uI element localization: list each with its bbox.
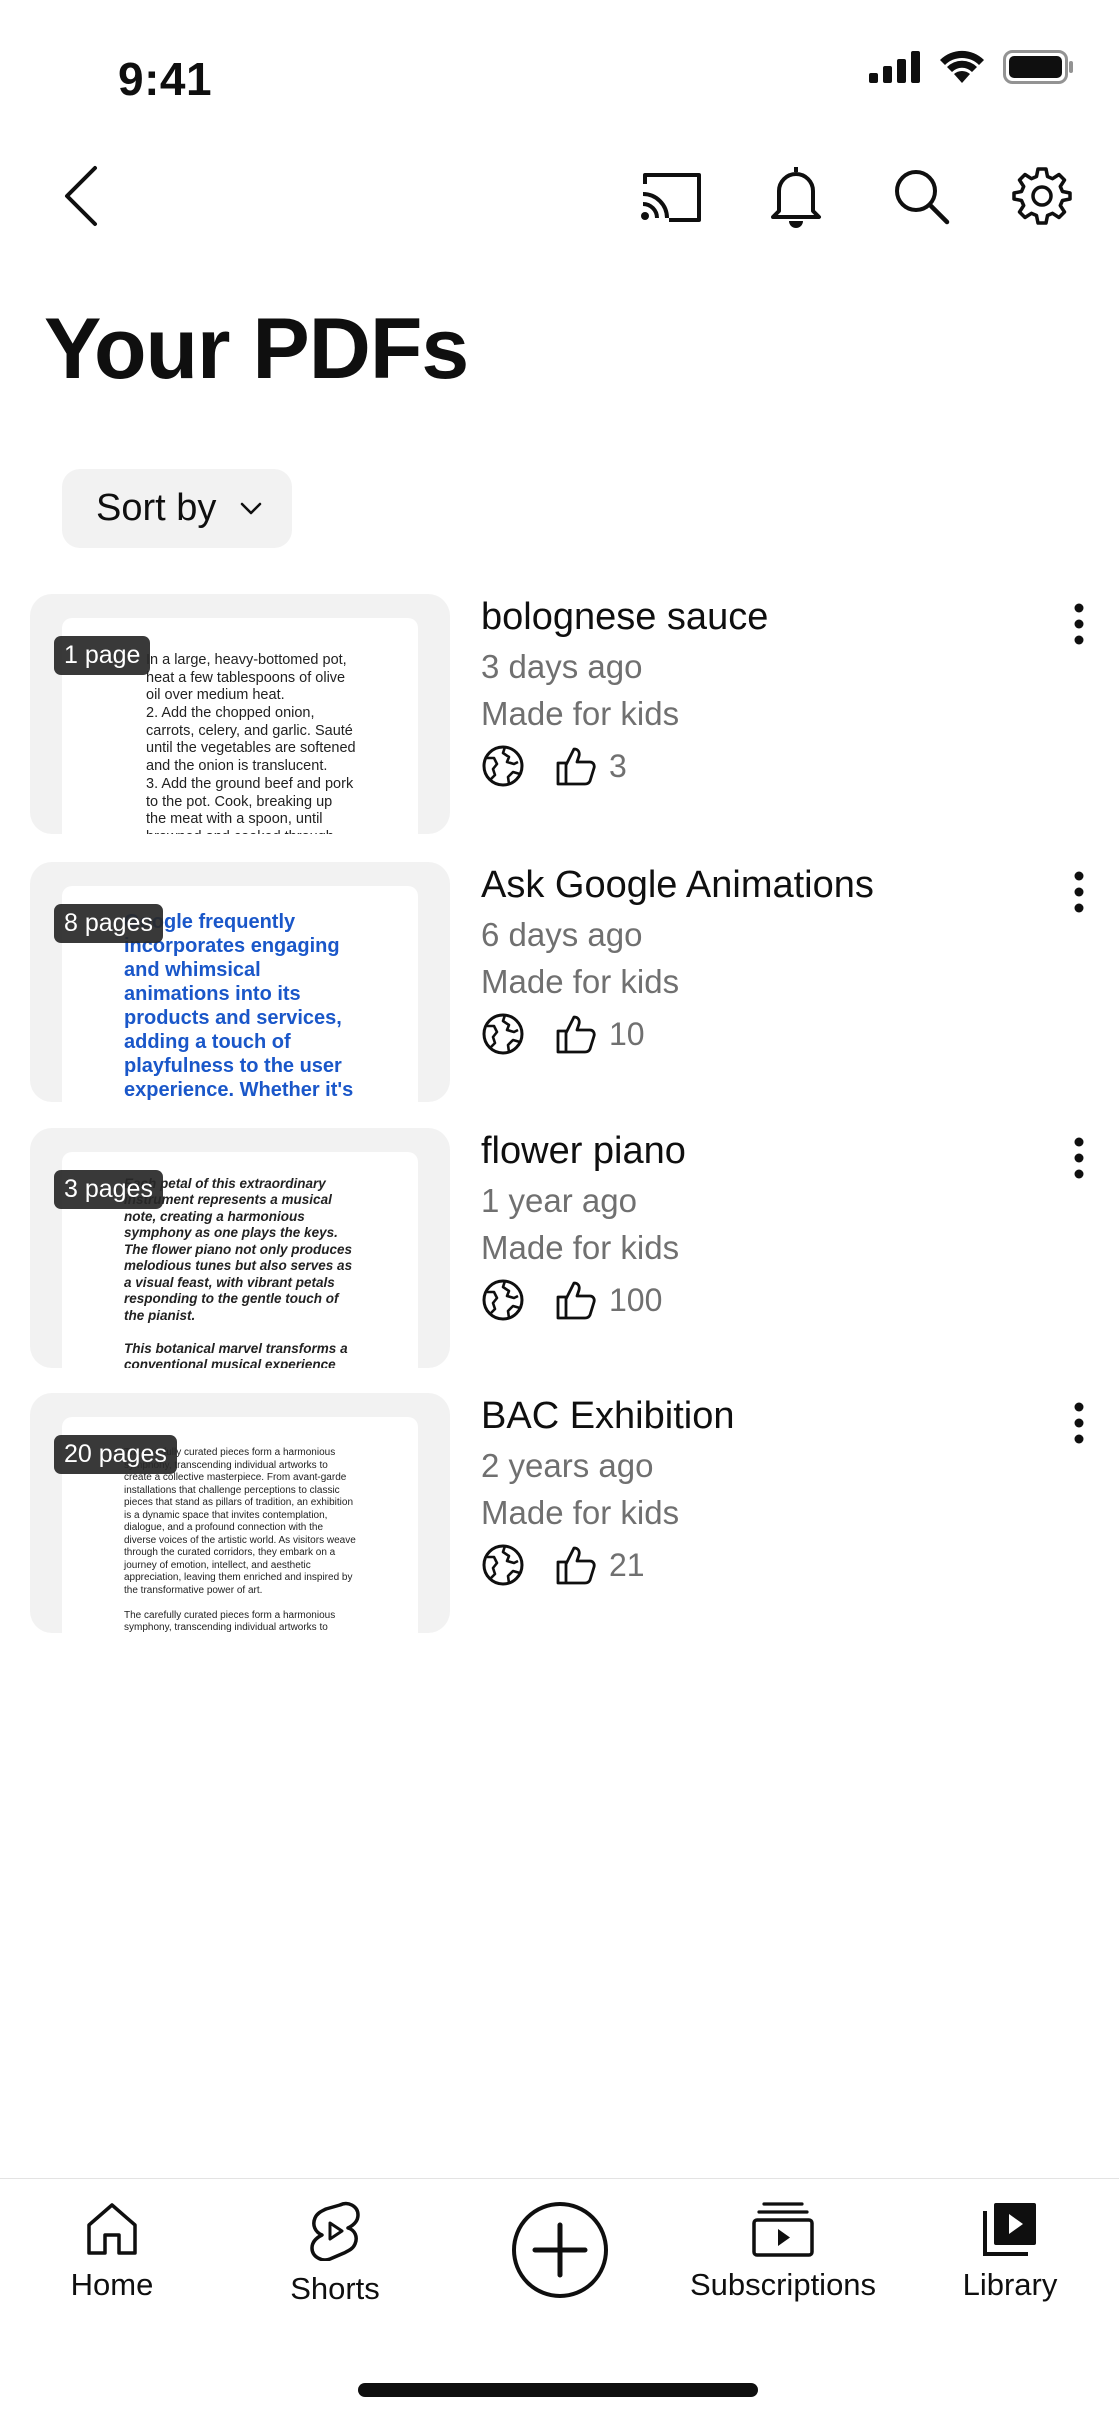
like-count: 100	[609, 1281, 663, 1318]
page-title: Your PDFs	[44, 301, 469, 397]
more-options-icon[interactable]	[1069, 870, 1089, 914]
nav-library[interactable]: Library	[960, 2201, 1060, 2303]
pdf-thumbnail[interactable]: In a large, heavy-bottomed pot, heat a f…	[30, 594, 450, 834]
item-audience: Made for kids	[481, 963, 680, 1000]
item-audience: Made for kids	[481, 1494, 680, 1531]
item-meta: 21	[481, 1543, 645, 1587]
list-item[interactable]: In a large, heavy-bottomed pot, heat a f…	[0, 594, 1119, 844]
globe-icon	[482, 745, 524, 787]
settings-button[interactable]	[1012, 166, 1072, 226]
item-date: 1 year ago	[481, 1182, 637, 1219]
item-audience: Made for kids	[481, 1229, 680, 1266]
chevron-down-icon	[241, 502, 262, 514]
list-item[interactable]: Each petal of this extraordinary instrum…	[0, 1128, 1119, 1378]
more-options-icon[interactable]	[1069, 602, 1089, 646]
thumbs-up-icon	[556, 747, 596, 786]
item-meta: 10	[481, 1012, 645, 1056]
battery-icon	[1003, 50, 1073, 84]
nav-shorts[interactable]: Shorts	[285, 2201, 385, 2307]
cast-button[interactable]	[638, 168, 704, 226]
shorts-icon	[310, 2201, 360, 2261]
nav-library-label: Library	[962, 2267, 1058, 2302]
like-count: 21	[609, 1546, 645, 1583]
item-date: 6 days ago	[481, 916, 643, 953]
globe-icon	[482, 1279, 524, 1321]
create-button[interactable]	[510, 2201, 610, 2299]
home-icon	[87, 2203, 137, 2255]
notifications-button[interactable]	[768, 162, 824, 230]
home-indicator	[358, 2383, 758, 2397]
cellular-signal-icon	[869, 51, 920, 83]
add-circle-icon	[512, 2202, 608, 2298]
list-item[interactable]: Google frequently incorporates engaging …	[0, 862, 1119, 1112]
more-options-icon[interactable]	[1069, 1401, 1089, 1445]
page-count-badge: 8 pages	[54, 904, 163, 943]
globe-icon	[482, 1013, 524, 1055]
thumbs-up-icon	[556, 1546, 596, 1585]
thumbs-up-icon	[556, 1281, 596, 1320]
subscriptions-icon	[752, 2202, 814, 2257]
nav-shorts-label: Shorts	[290, 2271, 380, 2306]
status-time: 9:41	[118, 53, 213, 105]
wifi-icon	[940, 50, 984, 83]
nav-subscriptions[interactable]: Subscriptions	[688, 2201, 878, 2303]
item-audience: Made for kids	[481, 695, 680, 732]
nav-home[interactable]: Home	[68, 2201, 156, 2303]
item-title[interactable]: Ask Google Animations	[481, 864, 874, 907]
item-date: 2 years ago	[481, 1447, 654, 1484]
library-icon	[983, 2203, 1036, 2256]
like-count: 10	[609, 1015, 645, 1052]
back-button[interactable]	[58, 164, 102, 228]
item-title[interactable]: bolognese sauce	[481, 596, 768, 639]
cast-icon	[641, 173, 701, 222]
page-count-badge: 20 pages	[54, 1435, 177, 1474]
item-meta: 100	[481, 1278, 662, 1322]
pdf-preview-text: The carefully curated pieces form a harm…	[124, 1447, 356, 1633]
sort-by-button[interactable]: Sort by	[62, 469, 292, 548]
item-title[interactable]: BAC Exhibition	[481, 1395, 734, 1438]
search-button[interactable]	[892, 166, 950, 226]
pdf-thumbnail[interactable]: The carefully curated pieces form a harm…	[30, 1393, 450, 1633]
sort-by-label: Sort by	[96, 487, 217, 529]
bell-icon	[771, 167, 821, 228]
thumbs-up-icon	[556, 1015, 596, 1054]
pdf-thumbnail[interactable]: Each petal of this extraordinary instrum…	[30, 1128, 450, 1368]
list-item[interactable]: The carefully curated pieces form a harm…	[0, 1393, 1119, 1643]
page-count-badge: 1 page	[54, 636, 151, 675]
like-count: 3	[609, 747, 627, 784]
pdf-thumbnail[interactable]: Google frequently incorporates engaging …	[30, 862, 450, 1102]
search-icon	[895, 170, 950, 225]
pdf-preview-text: In a large, heavy-bottomed pot, heat a f…	[146, 652, 356, 834]
globe-icon	[482, 1544, 524, 1586]
chevron-left-icon	[65, 166, 97, 226]
page-count-badge: 3 pages	[54, 1170, 163, 1209]
gear-icon	[1012, 167, 1072, 225]
item-date: 3 days ago	[481, 648, 643, 685]
nav-home-label: Home	[70, 2267, 154, 2302]
item-meta: 3	[481, 744, 627, 788]
status-icons	[869, 50, 1075, 84]
nav-subscriptions-label: Subscriptions	[689, 2267, 877, 2302]
more-options-icon[interactable]	[1069, 1136, 1089, 1180]
item-title[interactable]: flower piano	[481, 1130, 686, 1173]
